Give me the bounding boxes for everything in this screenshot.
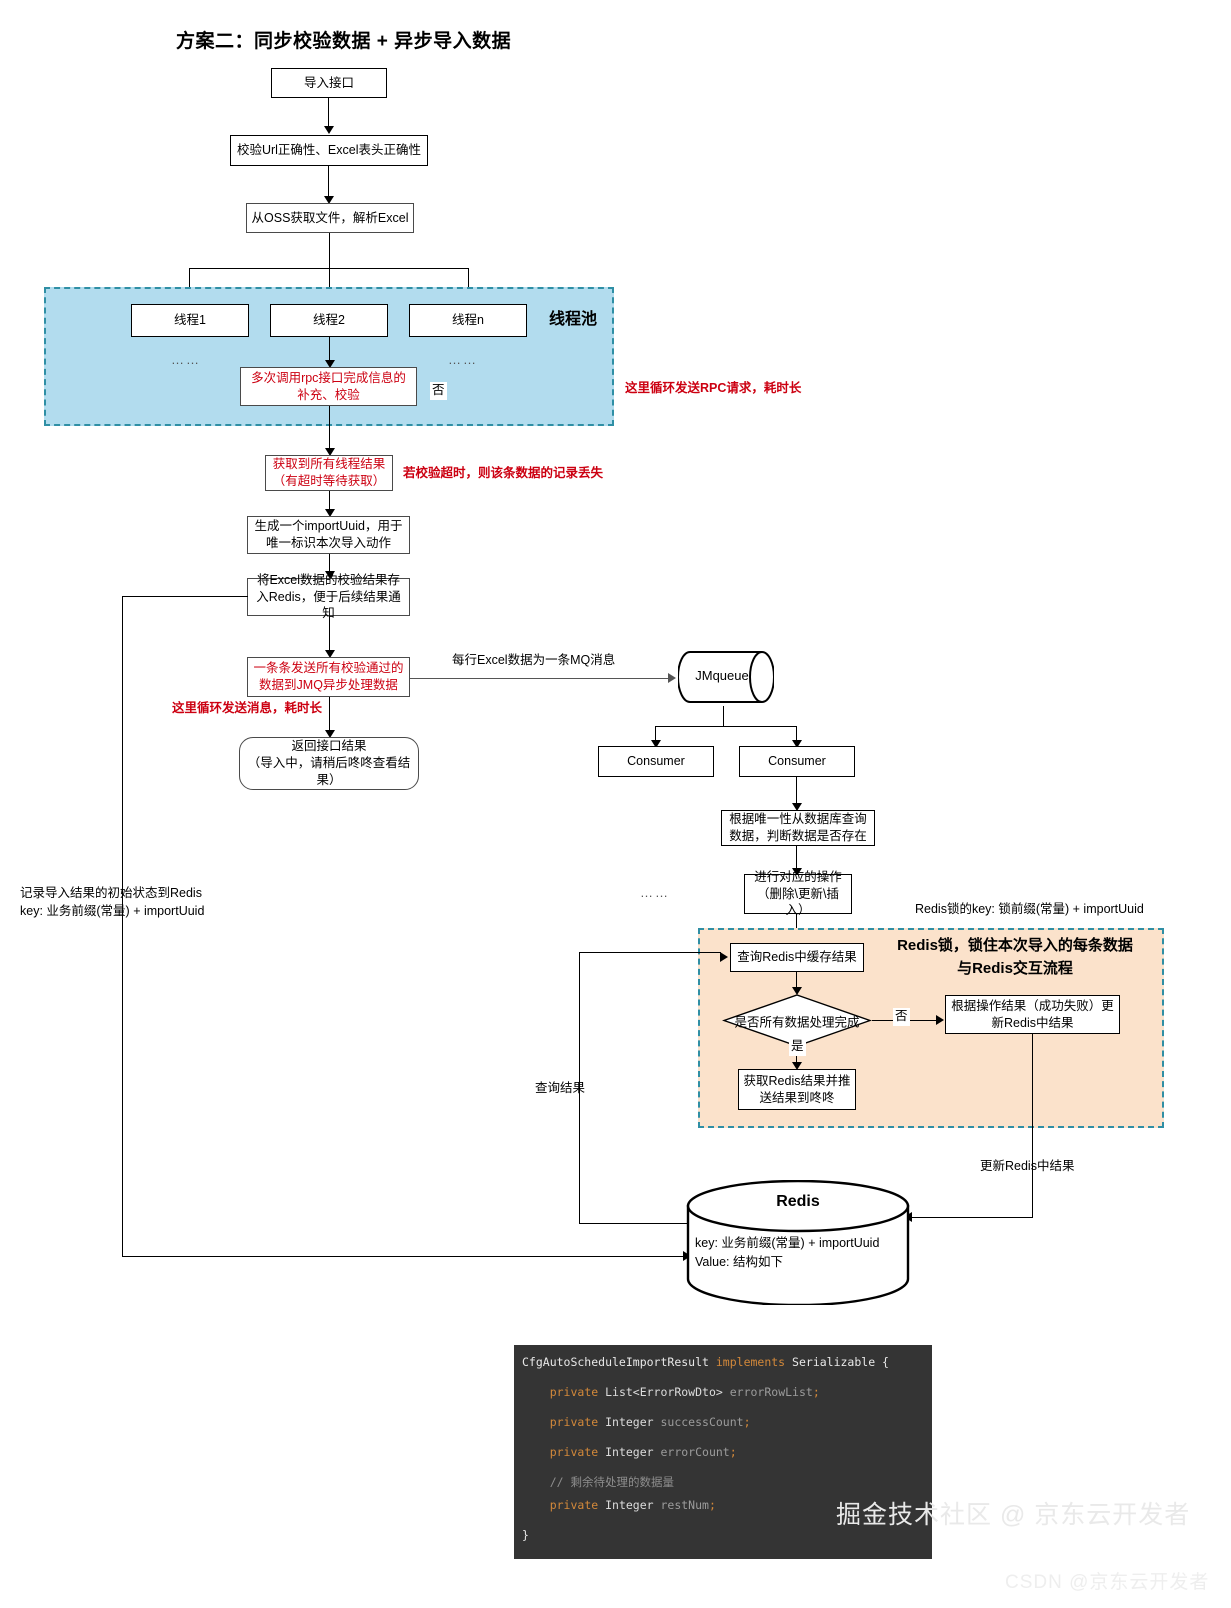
arrowhead-down <box>324 126 334 134</box>
label-redis-lock-region: Redis锁，锁住本次导入的每条数据 与Redis交互流程 <box>897 937 1133 977</box>
node-return-result: 返回接口结果 （导入中，请稍后咚咚查看结果） <box>239 737 419 790</box>
code-token: Integer <box>598 1498 661 1513</box>
edge-jmq-to-queue <box>410 678 674 680</box>
code-token: private <box>549 1444 599 1459</box>
node-fetch-oss: 从OSS获取文件，解析Excel <box>246 203 414 233</box>
code-line: CfgAutoScheduleImportResult implements S… <box>514 1351 932 1375</box>
node-return-result-text: 返回接口结果 （导入中，请稍后咚咚查看结果） <box>247 739 411 787</box>
edge-validate-to-oss <box>328 166 330 197</box>
node-send-to-jmq: 一条条发送所有校验通过的数据到JMQ异步处理数据 <box>247 657 410 697</box>
node-collect-thread-results-text: 获取到所有线程结果 （有超时等待获取） <box>272 457 386 488</box>
node-collect-thread-results: 获取到所有线程结果 （有超时等待获取） <box>265 455 393 491</box>
edge-query-result-horizontal <box>579 952 721 954</box>
node-rpc-call: 多次调用rpc接口完成信息的补充、校验 <box>240 367 417 406</box>
node-update-redis-result: 根据操作结果（成功失败）更新Redis中结果 <box>945 995 1120 1034</box>
node-thread-1: 线程1 <box>131 304 249 337</box>
code-token: ; <box>729 1444 737 1459</box>
edge-jmq-to-return <box>329 697 331 733</box>
edge-saveredis-to-sendjmq <box>329 616 331 653</box>
label-update-redis-edge: 更新Redis中结果 <box>980 1159 1075 1173</box>
label-rpc-note: 这里循环发送RPC请求，耗时长 <box>625 381 802 395</box>
dots-left: …… <box>171 352 201 367</box>
label-timeout-note: 若校验超时，则该条数据的记录丢失 <box>403 466 604 480</box>
node-do-operation-text: 进行对应的操作 （删除\更新\插入） <box>754 869 842 918</box>
code-token: errorCount <box>660 1444 730 1459</box>
code-token: ; <box>708 1498 716 1513</box>
node-redis-body: key: 业务前缀(常量) + importUuid Value: 结构如下 <box>695 1236 880 1269</box>
node-validate-url: 校验Url正确性、Excel表头正确性 <box>230 135 428 166</box>
code-token: private <box>549 1384 599 1399</box>
dots-middle: …… <box>640 885 670 900</box>
edge-import-to-validate <box>328 98 330 127</box>
dots-right: …… <box>448 352 478 367</box>
edge-saveredis-down <box>122 596 124 1257</box>
edge-query-result-to-redis <box>579 1223 689 1225</box>
node-query-db: 根据唯一性从数据库查询数据，判断数据是否存在 <box>721 810 875 846</box>
node-redis-title: Redis <box>776 1193 820 1210</box>
edge-rpc-to-collect <box>329 406 331 452</box>
flowchart-canvas: 方案二：同步校验数据 + 异步导入数据 导入接口 校验Url正确性、Excel表… <box>0 0 1231 1608</box>
node-import-api: 导入接口 <box>271 68 387 98</box>
code-token: implements <box>715 1355 786 1369</box>
code-token: Serializable { <box>785 1355 889 1369</box>
code-token: successCount <box>660 1414 744 1429</box>
node-redis-store: Redis key: 业务前缀(常量) + importUuid Value: … <box>685 1180 911 1305</box>
code-token: // 剩余待处理的数据量 <box>522 1474 674 1489</box>
code-line: private Integer successCount; <box>514 1411 932 1435</box>
watermark-secondary: CSDN @京东云开发者 <box>1005 1572 1210 1593</box>
label-mq-note: 每行Excel数据为一条MQ消息 <box>452 653 616 667</box>
label-thread-pool: 线程池 <box>549 311 598 328</box>
code-token: private <box>549 1414 599 1429</box>
label-query-result: 查询结果 <box>535 1081 586 1095</box>
watermark-primary: 掘金技术社区 @ 京东云开发者 <box>836 1501 1191 1529</box>
edge-queue-trunk <box>723 706 725 727</box>
label-loop-send-note: 这里循环发送消息，耗时长 <box>172 701 323 715</box>
label-redis-lock-key: Redis锁的key: 锁前缀(常量) + importUuid <box>915 902 1144 916</box>
code-token: Integer <box>598 1444 661 1459</box>
node-thread-2: 线程2 <box>270 304 388 337</box>
label-decision-yes: 是 <box>789 1038 806 1056</box>
node-do-operation: 进行对应的操作 （删除\更新\插入） <box>744 870 852 917</box>
edge-oss-trunk <box>329 233 331 269</box>
code-token: ; <box>743 1414 751 1429</box>
node-jmqueue-label: JMqueue <box>695 668 749 683</box>
node-save-validation-to-redis: 将Excel数据的校验结果存入Redis，便于后续结果通知 <box>247 573 410 620</box>
node-query-redis-cache: 查询Redis中缓存结果 <box>730 943 864 972</box>
node-decision-all-done-text: 是否所有数据处理完成 <box>734 1015 860 1029</box>
edge-queue-bus <box>655 726 797 728</box>
code-token: List<ErrorRowDto> <box>598 1384 730 1399</box>
label-record-init-note: 记录导入结果的初始状态到Redis key: 业务前缀(常量) + import… <box>20 886 205 918</box>
node-consumer-left: Consumer <box>598 746 714 777</box>
node-consumer-right: Consumer <box>739 746 855 777</box>
code-line: // 剩余待处理的数据量 <box>514 1471 932 1495</box>
edge-update-redis-down <box>1032 1034 1034 1218</box>
code-line: private List<ErrorRowDto> errorRowList; <box>514 1381 932 1405</box>
code-token: Integer <box>598 1414 661 1429</box>
code-line: private Integer errorCount; <box>514 1441 932 1465</box>
edge-update-redis-left <box>911 1217 1033 1219</box>
edge-saveredis-to-redis <box>122 1256 688 1258</box>
code-token: CfgAutoScheduleImportResult <box>522 1355 716 1369</box>
edge-saveredis-left <box>122 596 248 598</box>
node-jmqueue: JMqueue <box>678 648 774 706</box>
code-token: } <box>522 1527 529 1542</box>
arrowhead-right <box>720 952 728 962</box>
code-token: ; <box>812 1384 820 1399</box>
arrowhead-right <box>936 1015 944 1025</box>
code-token: private <box>549 1498 599 1513</box>
node-push-result: 获取Redis结果并推送结果到咚咚 <box>738 1069 856 1110</box>
node-generate-uuid: 生成一个importUuid，用于唯一标识本次导入动作 <box>247 516 410 554</box>
node-thread-n: 线程n <box>409 304 527 337</box>
page-title: 方案二：同步校验数据 + 异步导入数据 <box>176 31 512 52</box>
code-token: errorRowList <box>729 1384 813 1399</box>
label-no-1: 否 <box>430 382 447 400</box>
code-token: restNum <box>660 1498 709 1513</box>
label-decision-no: 否 <box>893 1008 910 1026</box>
